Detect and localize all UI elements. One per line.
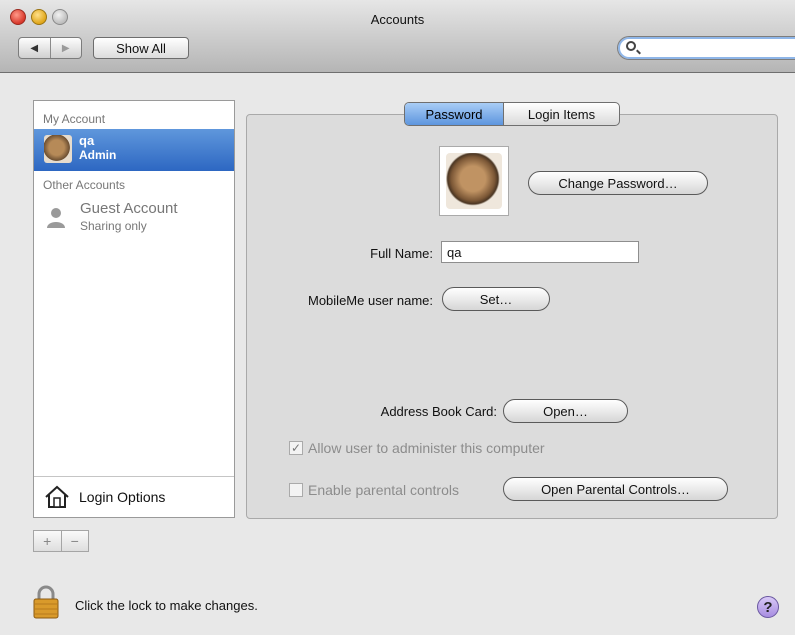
address-book-label: Address Book Card: bbox=[380, 404, 497, 419]
add-account-button[interactable]: + bbox=[34, 531, 61, 551]
house-icon bbox=[45, 485, 69, 508]
show-all-button[interactable]: Show All bbox=[93, 37, 189, 59]
window-titlebar: Accounts ◀ ▶ Show All bbox=[0, 0, 795, 73]
account-role: Sharing only bbox=[80, 219, 147, 233]
account-role: Admin bbox=[79, 148, 117, 162]
address-book-open-button[interactable]: Open… bbox=[503, 399, 628, 423]
tab-login-items[interactable]: Login Items bbox=[503, 103, 619, 125]
mobileme-set-button[interactable]: Set… bbox=[442, 287, 550, 311]
open-parental-controls-button[interactable]: Open Parental Controls… bbox=[503, 477, 728, 501]
parental-controls-checkbox[interactable] bbox=[289, 483, 303, 497]
full-name-label: Full Name: bbox=[370, 246, 433, 261]
my-account-header: My Account bbox=[43, 112, 106, 126]
login-options-item[interactable]: Login Options bbox=[34, 476, 234, 517]
lock-message: Click the lock to make changes. bbox=[75, 598, 258, 613]
account-name: Guest Account bbox=[80, 200, 178, 217]
remove-account-button[interactable]: − bbox=[60, 531, 89, 551]
accounts-list: My Account qa Admin Other Accounts Guest… bbox=[33, 100, 235, 518]
login-options-label: Login Options bbox=[79, 489, 166, 505]
add-remove-control: + − bbox=[33, 530, 89, 552]
search-field[interactable] bbox=[617, 36, 795, 60]
forward-button[interactable]: ▶ bbox=[49, 38, 82, 58]
other-accounts-header: Other Accounts bbox=[43, 178, 126, 192]
account-item-guest[interactable]: Guest Account Sharing only bbox=[34, 199, 234, 235]
tab-bar: Password Login Items bbox=[404, 102, 620, 126]
account-name: qa bbox=[79, 133, 95, 148]
user-avatar-icon bbox=[44, 135, 72, 163]
search-icon bbox=[626, 41, 636, 51]
window-title: Accounts bbox=[370, 12, 425, 27]
guest-icon bbox=[47, 208, 65, 228]
mobileme-label: MobileMe user name: bbox=[308, 293, 433, 308]
account-item-qa[interactable]: qa Admin bbox=[34, 129, 234, 171]
tab-password[interactable]: Password bbox=[405, 103, 503, 125]
back-forward-control: ◀ ▶ bbox=[18, 37, 82, 59]
allow-admin-row: ✓ Allow user to administer this computer bbox=[289, 440, 545, 456]
lock-icon[interactable] bbox=[32, 585, 60, 619]
allow-admin-checkbox[interactable]: ✓ bbox=[289, 441, 303, 455]
search-input[interactable] bbox=[640, 40, 794, 58]
back-button[interactable]: ◀ bbox=[19, 38, 50, 58]
parental-controls-row: Enable parental controls bbox=[289, 482, 459, 498]
user-picture-well[interactable] bbox=[439, 146, 509, 216]
help-icon[interactable]: ? bbox=[757, 596, 779, 618]
change-password-button[interactable]: Change Password… bbox=[528, 171, 708, 195]
parental-controls-label: Enable parental controls bbox=[308, 482, 459, 498]
full-name-field[interactable]: qa bbox=[441, 241, 639, 263]
allow-admin-label: Allow user to administer this computer bbox=[308, 440, 545, 456]
user-photo-icon bbox=[446, 153, 502, 209]
